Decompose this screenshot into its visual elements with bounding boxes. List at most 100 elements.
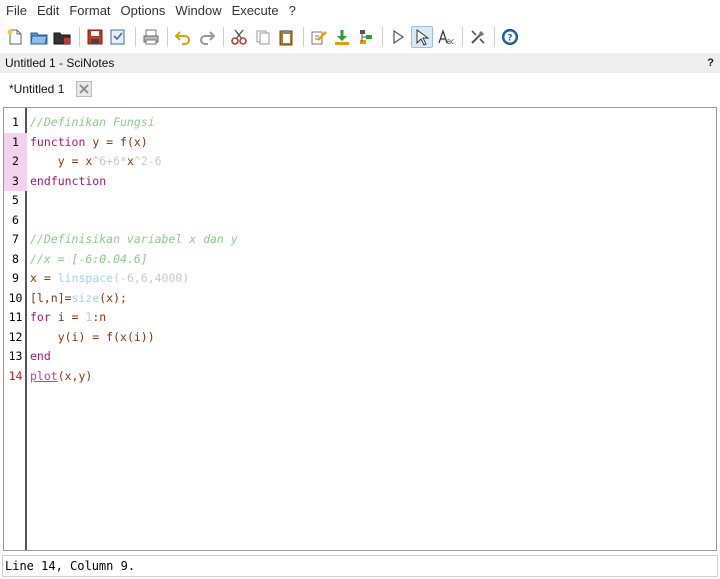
line-number: 5: [12, 193, 19, 207]
toolbar-separator: [494, 27, 495, 47]
code-line[interactable]: function y = f(x): [30, 133, 148, 153]
toolbar: BC ?: [0, 23, 720, 51]
line-number: 10: [8, 290, 23, 305]
save-as-icon[interactable]: [107, 26, 129, 48]
code-editor[interactable]: 1 1 2 3 5 6 7 8 9 10 11 12 13 14 //Definikan Fungsi fu…: [3, 107, 717, 551]
undo-icon[interactable]: [172, 26, 194, 48]
code-token: //Definisikan variabel x dan y: [30, 232, 238, 246]
line-number: 9: [12, 271, 19, 285]
toolbar-separator: [134, 27, 136, 47]
code-token: y(i) =: [30, 329, 107, 344]
open-file-icon[interactable]: [28, 26, 50, 48]
code-token: f: [120, 134, 127, 149]
code-token: function: [30, 134, 86, 149]
code-token: y =: [85, 134, 121, 149]
code-token: plot: [30, 368, 58, 383]
code-token: ^2-6: [133, 154, 162, 168]
code-token: size: [71, 290, 100, 305]
help-icon[interactable]: ?: [499, 26, 521, 48]
line-number: 12: [8, 329, 23, 344]
menu-bar: File Edit Format Options Window Execute …: [0, 0, 720, 22]
cursor-position: Line 14, Column 9.: [5, 559, 136, 573]
code-token: x: [126, 154, 134, 168]
window-title: Untitled 1 - SciNotes: [5, 56, 115, 70]
toolbar-separator: [78, 27, 80, 47]
code-token: :n: [92, 310, 107, 324]
line-number: 8: [12, 251, 19, 266]
toolbar-separator: [382, 27, 383, 47]
code-token: //Definikan Fungsi: [30, 115, 155, 129]
svg-text:BC: BC: [447, 39, 454, 46]
find-icon[interactable]: [308, 26, 330, 48]
toolbar-separator: [461, 27, 463, 47]
paste-icon[interactable]: [275, 26, 297, 48]
code-line[interactable]: for i = 1:n: [30, 308, 106, 328]
print-icon[interactable]: [140, 26, 162, 48]
line-number: 13: [8, 349, 23, 363]
code-token: ^6+6*: [92, 154, 127, 168]
menu-execute[interactable]: Execute: [231, 1, 280, 21]
line-number: 2: [4, 152, 27, 172]
code-line[interactable]: //Definisikan variabel x dan y: [30, 230, 238, 250]
menu-window[interactable]: Window: [174, 1, 222, 21]
redo-icon[interactable]: [196, 26, 218, 48]
menu-help[interactable]: ?: [288, 1, 297, 21]
line-number: 7: [12, 232, 19, 246]
code-line[interactable]: y = x^6+6*x^2-6: [30, 152, 162, 172]
close-tab-icon[interactable]: [76, 81, 93, 97]
code-token: (x(i)): [113, 329, 155, 344]
code-line[interactable]: endfunction: [30, 172, 106, 192]
svg-text:?: ?: [507, 34, 512, 44]
code-line[interactable]: [l,n]=size(x);: [30, 289, 127, 309]
code-area[interactable]: //Definikan Fungsi function y = f(x) y = …: [28, 108, 716, 550]
new-file-icon[interactable]: [4, 26, 26, 48]
line-number: 1: [4, 132, 27, 152]
open-recent-icon[interactable]: [51, 26, 73, 48]
menu-options[interactable]: Options: [120, 1, 167, 21]
code-token: (x);: [99, 290, 127, 305]
line-number: 11: [8, 310, 23, 324]
help-button[interactable]: ?: [707, 57, 714, 69]
line-number: 14: [8, 368, 23, 383]
code-token: (x): [126, 134, 148, 149]
code-token: y =: [30, 154, 86, 168]
code-token: [l,n]=: [30, 290, 72, 305]
load-into-scilab-icon[interactable]: [331, 26, 353, 48]
save-icon[interactable]: [84, 26, 106, 48]
execute-options-icon[interactable]: [355, 26, 377, 48]
toolbar-separator: [167, 27, 168, 47]
run-icon[interactable]: [387, 26, 409, 48]
abc-icon[interactable]: BC: [434, 26, 456, 48]
code-token: end: [30, 349, 51, 363]
status-bar: Line 14, Column 9.: [2, 555, 718, 577]
code-line[interactable]: plot(x,y): [30, 367, 92, 387]
select-icon[interactable]: [410, 26, 433, 48]
code-token: linspace: [57, 271, 114, 285]
tab-bar: *Untitled 1: [0, 74, 720, 104]
copy-icon[interactable]: [252, 26, 274, 48]
cut-icon[interactable]: [228, 26, 250, 48]
settings-icon[interactable]: [467, 26, 489, 48]
code-token: (x,y): [57, 368, 93, 383]
menu-format[interactable]: Format: [68, 1, 111, 21]
toolbar-separator: [302, 27, 304, 47]
code-line[interactable]: //x = [-6:0.04.6]: [30, 250, 148, 270]
menu-file[interactable]: File: [5, 1, 28, 21]
code-line[interactable]: y(i) = f(x(i)): [30, 328, 155, 348]
line-number: 1: [12, 115, 19, 129]
code-line[interactable]: //Definikan Fungsi: [30, 113, 155, 133]
code-token: x =: [30, 271, 58, 285]
code-token: //x = [-6:0.04.6]: [30, 251, 148, 266]
tab-untitled-1[interactable]: *Untitled 1: [9, 82, 64, 96]
line-number: 6: [12, 212, 19, 227]
code-line[interactable]: end: [30, 347, 51, 367]
code-token: (-6,6,4000): [113, 271, 190, 285]
code-token: endfunction: [30, 173, 107, 188]
toolbar-separator: [223, 27, 224, 47]
line-number-gutter: 1 1 2 3 5 6 7 8 9 10 11 12 13 14: [4, 108, 27, 550]
window-title-bar: Untitled 1 - SciNotes ?: [0, 53, 720, 73]
code-token: i =: [50, 310, 86, 324]
code-line[interactable]: x = linspace(-6,6,4000): [30, 269, 189, 289]
code-token: for: [30, 310, 51, 324]
menu-edit[interactable]: Edit: [36, 1, 60, 21]
